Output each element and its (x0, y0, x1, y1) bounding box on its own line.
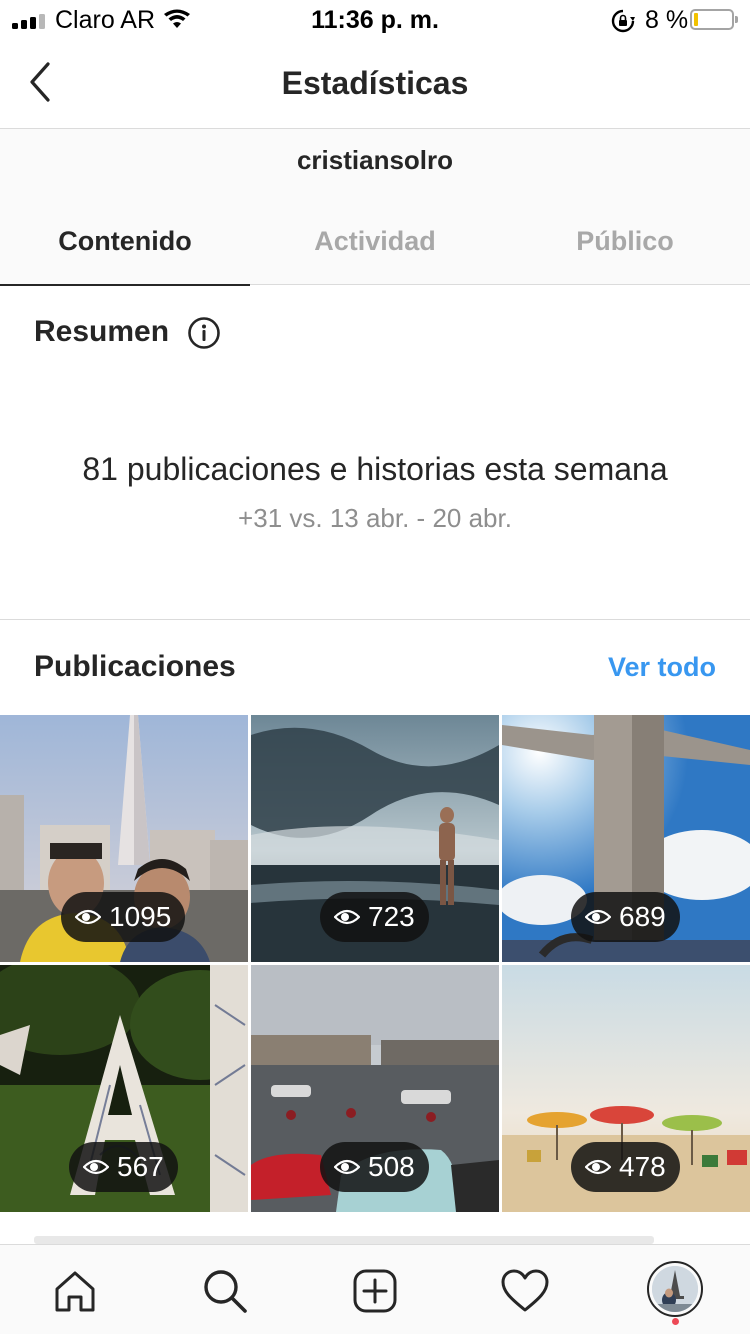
view-count: 478 (619, 1151, 666, 1182)
view-count: 723 (368, 901, 415, 932)
info-icon[interactable] (187, 316, 221, 350)
clipped-caption (34, 1236, 724, 1244)
summary-headline: 81 publicaciones e historias esta semana (82, 451, 668, 487)
tab-publico[interactable]: Público (500, 201, 750, 285)
activity-heart-icon (501, 1269, 549, 1312)
avatar-photo (652, 1266, 698, 1312)
posts-section-title: Publicaciones (34, 650, 236, 683)
post-thumbnail[interactable]: 1095 (0, 715, 248, 962)
account-tabs-area: cristiansolro Contenido Actividad Públic… (0, 129, 750, 286)
battery-icon (690, 9, 738, 30)
search-tab[interactable] (197, 1263, 253, 1319)
see-all-posts-link[interactable]: Ver todo (608, 652, 716, 683)
view-count: 1095 (109, 901, 172, 932)
view-count: 567 (117, 1151, 164, 1182)
eye-icon (585, 1159, 611, 1175)
eye-icon (334, 1159, 360, 1175)
tab-contenido[interactable]: Contenido (0, 201, 250, 286)
eye-icon (75, 909, 101, 925)
summary-section-title: Resumen (34, 315, 170, 348)
profile-notification-dot (672, 1318, 679, 1325)
insights-tabs: Contenido Actividad Público (0, 201, 750, 286)
posts-grid: 1095 723 689 567 508 478 (0, 715, 750, 1212)
post-thumbnail[interactable]: 478 (502, 965, 750, 1212)
new-post-icon (353, 1269, 397, 1313)
clock: 11:36 p. m. (311, 6, 439, 34)
page-title: Estadísticas (281, 65, 469, 101)
section-divider (0, 619, 750, 620)
tab-actividad[interactable]: Actividad (250, 201, 500, 285)
eye-icon (585, 909, 611, 925)
view-count-badge: 508 (320, 1142, 429, 1192)
view-count: 689 (619, 901, 666, 932)
home-icon (55, 1271, 95, 1312)
summary-comparison: +31 vs. 13 abr. - 20 abr. (238, 503, 512, 533)
home-tab[interactable] (47, 1263, 103, 1319)
view-count-badge: 567 (69, 1142, 178, 1192)
post-thumbnail[interactable]: 723 (251, 715, 499, 962)
post-thumbnail[interactable]: 567 (0, 965, 248, 1212)
view-count: 508 (368, 1151, 415, 1182)
eye-icon (334, 909, 360, 925)
battery-percentage: 8 % (645, 6, 689, 34)
profile-avatar[interactable] (647, 1261, 703, 1317)
post-thumbnail[interactable]: 689 (502, 715, 750, 962)
view-count-badge: 478 (571, 1142, 680, 1192)
search-icon (204, 1270, 247, 1313)
account-username: cristiansolro (296, 145, 454, 175)
rotation-lock-icon (611, 9, 635, 33)
eye-icon (83, 1159, 109, 1175)
bottom-tab-bar (0, 1244, 750, 1334)
navigation-header: Estadísticas (0, 40, 750, 129)
status-bar: Claro AR 11:36 p. m. 8 % (0, 0, 750, 40)
activity-tab[interactable] (497, 1263, 553, 1319)
view-count-badge: 1095 (61, 892, 186, 942)
post-thumbnail[interactable]: 508 (251, 965, 499, 1212)
new-post-tab[interactable] (347, 1263, 403, 1319)
view-count-badge: 723 (320, 892, 429, 942)
view-count-badge: 689 (571, 892, 680, 942)
